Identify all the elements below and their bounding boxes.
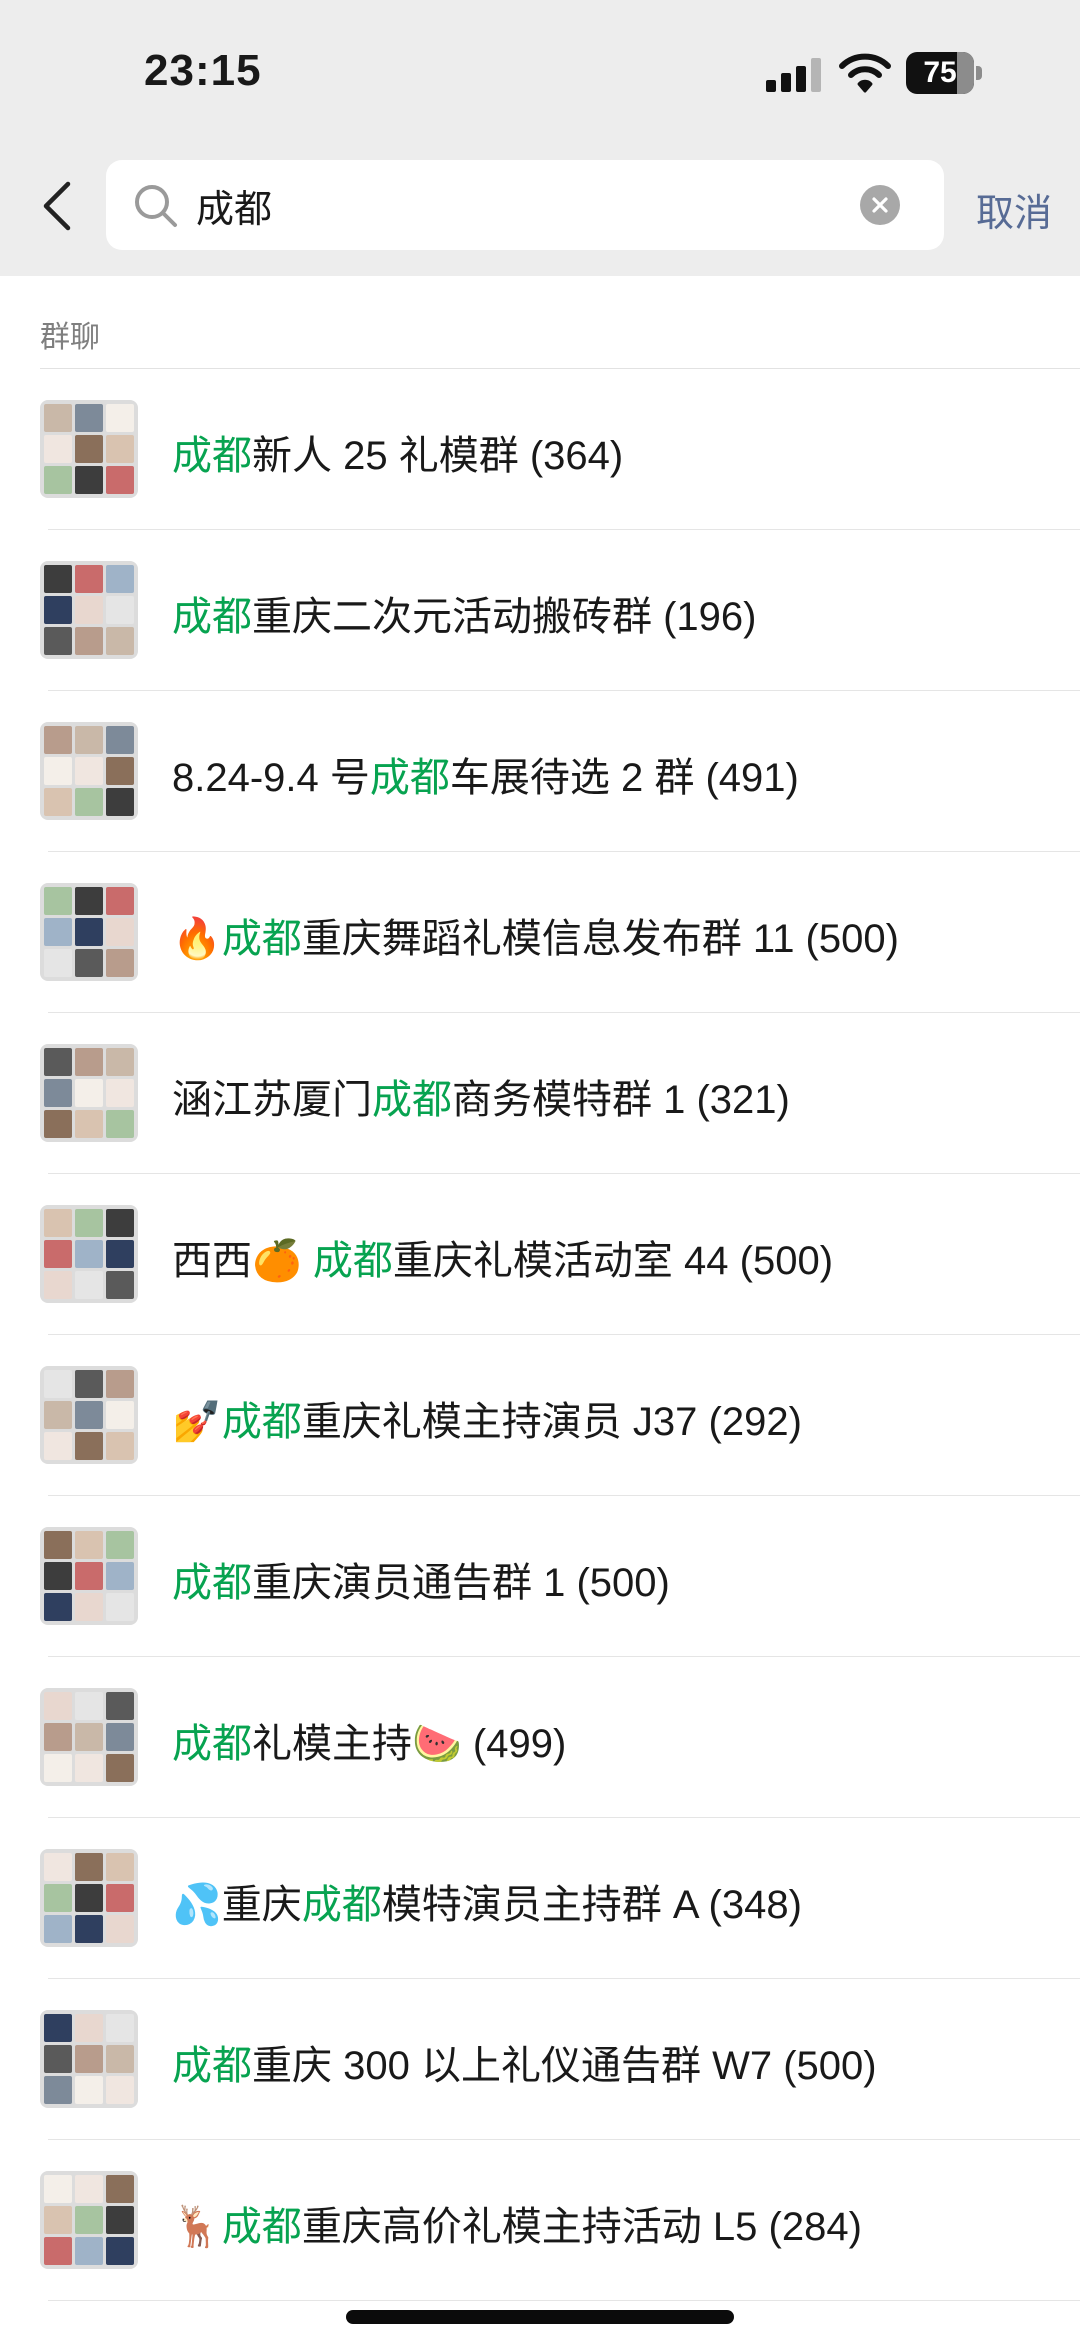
title-suffix: 模特演员主持群 A (348) xyxy=(381,1883,802,1927)
top-bar: 23:15 75 成都 取消 xyxy=(0,0,1080,276)
title-suffix: 重庆二次元活动搬砖群 (196) xyxy=(252,595,757,639)
search-match-highlight: 成都 xyxy=(372,1078,452,1122)
back-button[interactable] xyxy=(38,180,78,232)
group-avatar xyxy=(40,1205,138,1303)
group-chat-title: 8.24-9.4 号成都车展待选 2 群 (491) xyxy=(172,745,799,803)
group-chat-title: 成都礼模主持🍉 (499) xyxy=(172,1711,566,1769)
group-chat-item[interactable]: 成都重庆二次元活动搬砖群 (196) xyxy=(0,530,1080,691)
title-suffix: 礼模主持🍉 (499) xyxy=(252,1722,567,1766)
cancel-button[interactable]: 取消 xyxy=(976,182,1052,237)
group-avatar xyxy=(40,561,138,659)
group-chat-title: 🔥成都重庆舞蹈礼模信息发布群 11 (500) xyxy=(172,906,899,964)
group-chat-item[interactable]: 💦重庆成都模特演员主持群 A (348) xyxy=(0,1818,1080,1979)
title-suffix: 重庆 300 以上礼仪通告群 W7 (500) xyxy=(252,2044,877,2088)
title-prefix: 💦重庆 xyxy=(172,1883,302,1927)
group-chat-item[interactable]: 🔥成都重庆舞蹈礼模信息发布群 11 (500) xyxy=(0,852,1080,1013)
title-prefix: 西西🍊 xyxy=(172,1239,313,1283)
group-avatar xyxy=(40,883,138,981)
search-match-highlight: 成都 xyxy=(221,1400,302,1444)
close-icon xyxy=(872,197,888,213)
group-chat-item[interactable]: 8.24-9.4 号成都车展待选 2 群 (491) xyxy=(0,691,1080,852)
search-match-highlight: 成都 xyxy=(312,1239,393,1283)
group-chat-title: 💅成都重庆礼模主持演员 J37 (292) xyxy=(172,1389,802,1447)
group-chat-list: 成都新人 25 礼模群 (364) 成都重庆二次元活动搬砖群 (196) 8.24-… xyxy=(0,369,1080,2301)
group-chat-title: 西西🍊 成都重庆礼模活动室 44 (500) xyxy=(172,1228,833,1286)
group-avatar xyxy=(40,1849,138,1947)
group-chat-item[interactable]: 成都重庆 300 以上礼仪通告群 W7 (500) xyxy=(0,1979,1080,2140)
search-match-highlight: 成都 xyxy=(221,2205,302,2249)
search-match-highlight: 成都 xyxy=(301,1883,382,1927)
battery-icon: 75 xyxy=(906,52,982,94)
group-avatar xyxy=(40,722,138,820)
battery-level: 75 xyxy=(923,56,957,89)
title-suffix: 车展待选 2 群 (491) xyxy=(449,756,799,800)
group-chat-item[interactable]: 💅成都重庆礼模主持演员 J37 (292) xyxy=(0,1335,1080,1496)
group-avatar xyxy=(40,1688,138,1786)
search-input[interactable] xyxy=(196,174,836,236)
search-match-highlight: 成都 xyxy=(172,434,252,478)
search-match-highlight: 成都 xyxy=(221,917,302,961)
group-chat-item[interactable]: 成都礼模主持🍉 (499) xyxy=(0,1657,1080,1818)
group-chat-title: 成都重庆二次元活动搬砖群 (196) xyxy=(172,584,757,642)
title-prefix: 8.24-9.4 号 xyxy=(172,756,370,800)
group-chat-item[interactable]: 成都新人 25 礼模群 (364) xyxy=(0,369,1080,530)
search-match-highlight: 成都 xyxy=(172,1722,252,1766)
group-chat-title: 成都新人 25 礼模群 (364) xyxy=(172,423,623,481)
title-prefix: 涵江苏厦门 xyxy=(172,1078,372,1122)
clear-search-button[interactable] xyxy=(860,185,900,225)
group-avatar xyxy=(40,400,138,498)
title-suffix: 商务模特群 1 (321) xyxy=(452,1078,790,1122)
group-avatar xyxy=(40,1044,138,1142)
title-suffix: 重庆高价礼模主持活动 L5 (284) xyxy=(301,2205,862,2249)
title-suffix: 重庆礼模主持演员 J37 (292) xyxy=(301,1400,802,1444)
group-chat-title: 成都重庆 300 以上礼仪通告群 W7 (500) xyxy=(172,2033,877,2091)
title-prefix: 🔥 xyxy=(172,917,222,961)
group-chat-item[interactable]: 成都重庆演员通告群 1 (500) xyxy=(0,1496,1080,1657)
search-match-highlight: 成都 xyxy=(172,1561,252,1605)
group-chat-title: 成都重庆演员通告群 1 (500) xyxy=(172,1550,670,1608)
search-icon xyxy=(132,182,180,230)
cellular-signal-icon xyxy=(766,58,822,92)
search-bar[interactable] xyxy=(106,160,944,250)
row-divider xyxy=(48,2300,1080,2301)
status-time: 23:15 xyxy=(144,46,262,95)
search-match-highlight: 成都 xyxy=(172,2044,252,2088)
group-avatar xyxy=(40,1366,138,1464)
group-avatar xyxy=(40,1527,138,1625)
title-prefix: 🦌 xyxy=(172,2205,222,2249)
search-match-highlight: 成都 xyxy=(369,756,450,800)
group-avatar xyxy=(40,2010,138,2108)
group-chat-title: 🦌成都重庆高价礼模主持活动 L5 (284) xyxy=(172,2194,862,2252)
title-suffix: 重庆演员通告群 1 (500) xyxy=(252,1561,670,1605)
search-match-highlight: 成都 xyxy=(172,595,252,639)
title-suffix: 重庆舞蹈礼模信息发布群 11 (500) xyxy=(301,917,899,961)
group-avatar xyxy=(40,2171,138,2269)
title-suffix: 新人 25 礼模群 (364) xyxy=(252,434,624,478)
home-indicator xyxy=(346,2310,734,2324)
group-chat-title: 💦重庆成都模特演员主持群 A (348) xyxy=(172,1872,802,1930)
group-chat-item[interactable]: 涵江苏厦门成都商务模特群 1 (321) xyxy=(0,1013,1080,1174)
group-chat-item[interactable]: 西西🍊 成都重庆礼模活动室 44 (500) xyxy=(0,1174,1080,1335)
title-prefix: 💅 xyxy=(172,1400,222,1444)
wifi-icon xyxy=(838,52,892,94)
section-title-group-chats: 群聊 xyxy=(40,321,100,354)
chevron-left-icon xyxy=(43,181,71,231)
group-chat-item[interactable]: 🦌成都重庆高价礼模主持活动 L5 (284) xyxy=(0,2140,1080,2301)
title-suffix: 重庆礼模活动室 44 (500) xyxy=(392,1239,834,1283)
group-chat-title: 涵江苏厦门成都商务模特群 1 (321) xyxy=(172,1067,790,1125)
